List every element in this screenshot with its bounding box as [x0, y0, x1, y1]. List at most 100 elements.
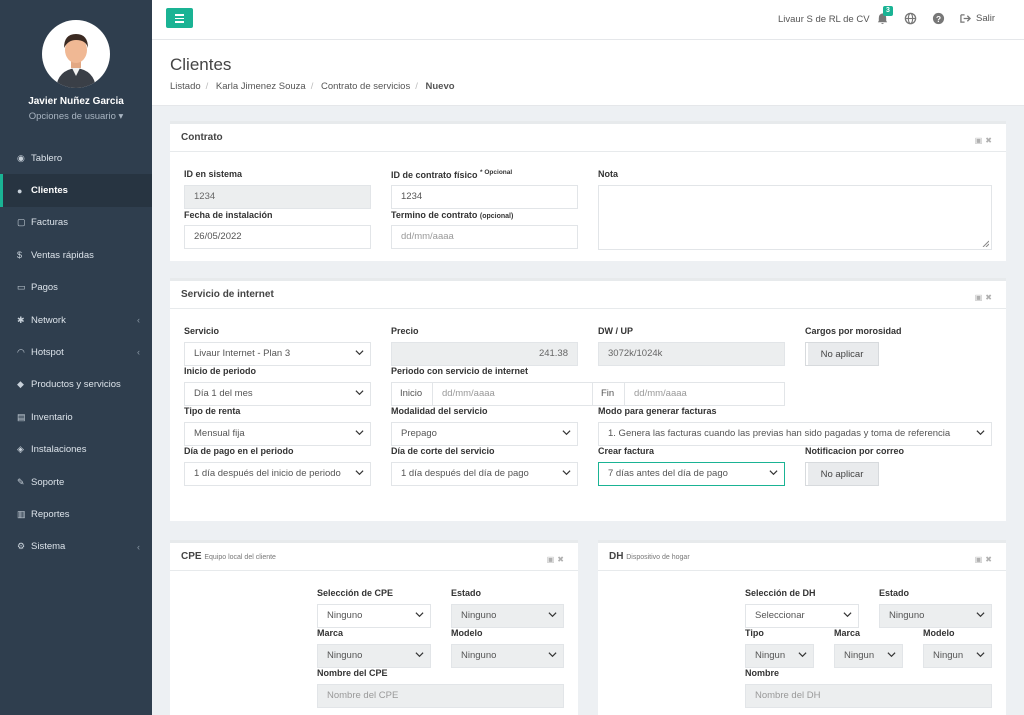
dh-nombre-label: Nombre: [745, 668, 780, 678]
termino-contrato-field[interactable]: dd/mm/aaaa: [391, 225, 578, 249]
sidebar-item-clientes[interactable]: ● Clientes: [0, 174, 152, 207]
top-navbar: Livaur S de RL de CV 3 ? Salir: [152, 0, 1024, 40]
nota-textarea[interactable]: [598, 185, 992, 250]
cpe-seleccion-select[interactable]: Ninguno: [317, 604, 431, 628]
sidebar-icon: $: [17, 250, 23, 261]
periodo-inicio-addon: Inicio: [391, 382, 433, 406]
save-icon[interactable]: ▣: [975, 136, 986, 145]
chevron-left-icon: ‹: [137, 314, 140, 325]
chevron-down-icon: [548, 652, 557, 658]
contract-panel: Contrato ▣✖ ID en sistema 1234 ID de con…: [170, 121, 1006, 261]
contract-panel-title: Contrato: [170, 124, 1006, 152]
sidebar-item-reportes[interactable]: ▥ Reportes: [0, 498, 152, 530]
save-icon[interactable]: ▣: [975, 293, 986, 302]
breadcrumb-listado[interactable]: Listado: [170, 81, 201, 92]
avatar[interactable]: [42, 20, 110, 88]
help-icon[interactable]: ?: [932, 12, 945, 25]
sidebar-item-productos-y-servicios[interactable]: ◆ Productos y servicios: [0, 369, 152, 401]
cpe-marca-select[interactable]: Ninguno: [317, 644, 431, 668]
sidebar-icon: ▢: [17, 217, 26, 228]
sidebar-item-tablero[interactable]: ◉ Tablero: [0, 142, 152, 174]
crear-factura-select[interactable]: 7 días antes del día de pago: [598, 462, 785, 486]
dia-pago-label: Día de pago en el periodo: [184, 446, 294, 456]
sidebar-item-network[interactable]: ✱ Network ‹: [0, 304, 152, 336]
modo-facturas-label: Modo para generar facturas: [598, 406, 717, 416]
modo-facturas-select[interactable]: 1. Genera las facturas cuando las previa…: [598, 422, 992, 446]
sidebar-item-label: Tablero: [31, 152, 63, 164]
precio-field: 241.38: [391, 342, 578, 366]
id-fisico-label: ID de contrato físico * Opcional: [391, 169, 513, 180]
chevron-down-icon: [562, 430, 571, 436]
crear-factura-label: Crear factura: [598, 446, 655, 456]
dh-modelo-select[interactable]: Ningun: [923, 644, 992, 668]
periodo-inicio-field[interactable]: dd/mm/aaaa: [432, 382, 593, 406]
fecha-instalacion-field[interactable]: 26/05/2022: [184, 225, 371, 249]
chevron-down-icon: [415, 612, 424, 618]
dh-seleccion-select[interactable]: Seleccionar: [745, 604, 859, 628]
modalidad-select[interactable]: Prepago: [391, 422, 578, 446]
id-sistema-field: 1234: [184, 185, 371, 209]
periodo-fin-field[interactable]: dd/mm/aaaa: [624, 382, 785, 406]
sidebar-item-hotspot[interactable]: ◠ Hotspot ‹: [0, 336, 152, 368]
svg-text:?: ?: [936, 14, 941, 24]
company-name[interactable]: Livaur S de RL de CV: [778, 14, 870, 25]
close-icon[interactable]: ✖: [985, 136, 995, 145]
breadcrumb-client[interactable]: Karla Jimenez Souza: [216, 81, 306, 92]
nota-label: Nota: [598, 169, 618, 179]
cargos-morosidad-toggle[interactable]: No aplicar: [805, 342, 879, 366]
dh-panel-title: DH Dispositivo de hogar: [598, 543, 1006, 571]
dwup-field: 3072k/1024k: [598, 342, 785, 366]
cpe-nombre-field[interactable]: Nombre del CPE: [317, 684, 564, 708]
dh-estado-label: Estado: [879, 588, 910, 598]
cargos-morosidad-label: Cargos por morosidad: [805, 326, 902, 336]
modalidad-label: Modalidad del servicio: [391, 406, 488, 416]
precio-label: Precio: [391, 326, 419, 336]
breadcrumb-contract[interactable]: Contrato de servicios: [321, 81, 410, 92]
breadcrumb: Listado / Karla Jimenez Souza / Contrato d…: [170, 81, 455, 92]
close-icon[interactable]: ✖: [985, 555, 995, 564]
tipo-renta-label: Tipo de renta: [184, 406, 241, 416]
servicio-select[interactable]: Livaur Internet - Plan 3: [184, 342, 371, 366]
inicio-periodo-select[interactable]: Día 1 del mes: [184, 382, 371, 406]
dia-pago-select[interactable]: 1 día después del inicio de periodo: [184, 462, 371, 486]
close-icon[interactable]: ✖: [985, 293, 995, 302]
cpe-estado-select[interactable]: Ninguno: [451, 604, 564, 628]
sidebar-item-sistema[interactable]: ⚙ Sistema ‹: [0, 531, 152, 563]
menu-toggle-button[interactable]: [166, 8, 193, 28]
id-fisico-field[interactable]: 1234: [391, 185, 578, 209]
globe-icon[interactable]: [904, 12, 917, 25]
dh-nombre-field[interactable]: Nombre del DH: [745, 684, 992, 708]
chevron-down-icon: [887, 652, 896, 658]
sidebar-item-inventario[interactable]: ▤ Inventario: [0, 401, 152, 433]
sidebar-item-label: Clientes: [31, 185, 68, 197]
sidebar-item-label: Productos y servicios: [31, 379, 121, 391]
close-icon[interactable]: ✖: [557, 555, 567, 564]
chevron-down-icon: [976, 652, 985, 658]
tipo-renta-select[interactable]: Mensual fija: [184, 422, 371, 446]
dh-marca-select[interactable]: Ningun: [834, 644, 903, 668]
chevron-left-icon: ‹: [137, 347, 140, 358]
dh-tipo-select[interactable]: Ningun: [745, 644, 814, 668]
save-icon[interactable]: ▣: [547, 555, 558, 564]
sidebar-item-label: Instalaciones: [31, 444, 87, 456]
dh-modelo-label: Modelo: [923, 628, 955, 638]
resize-handle-icon[interactable]: [982, 240, 989, 247]
dh-estado-select[interactable]: Ninguno: [879, 604, 992, 628]
save-icon[interactable]: ▣: [975, 555, 986, 564]
sidebar-item-label: Inventario: [31, 411, 73, 423]
sidebar-item-instalaciones[interactable]: ◈ Instalaciones: [0, 434, 152, 466]
sidebar-item-facturas[interactable]: ▢ Facturas: [0, 207, 152, 239]
dia-corte-select[interactable]: 1 día después del día de pago: [391, 462, 578, 486]
cpe-nombre-label: Nombre del CPE: [317, 668, 388, 678]
periodo-servicio-label: Periodo con servicio de internet: [391, 366, 529, 376]
sidebar-item-pagos[interactable]: ▭ Pagos: [0, 272, 152, 304]
notificacion-label: Notificacion por correo: [805, 446, 905, 456]
user-options-dropdown[interactable]: Opciones de usuario ▾: [0, 111, 152, 122]
sidebar-item-ventas-r-pidas[interactable]: $ Ventas rápidas: [0, 239, 152, 271]
logout-icon[interactable]: [960, 12, 971, 25]
logout-link[interactable]: Salir: [976, 13, 995, 24]
notificacion-toggle[interactable]: No aplicar: [805, 462, 879, 486]
sidebar-item-soporte[interactable]: ✎ Soporte: [0, 466, 152, 498]
sidebar-icon: ◆: [17, 379, 24, 390]
cpe-modelo-select[interactable]: Ninguno: [451, 644, 564, 668]
